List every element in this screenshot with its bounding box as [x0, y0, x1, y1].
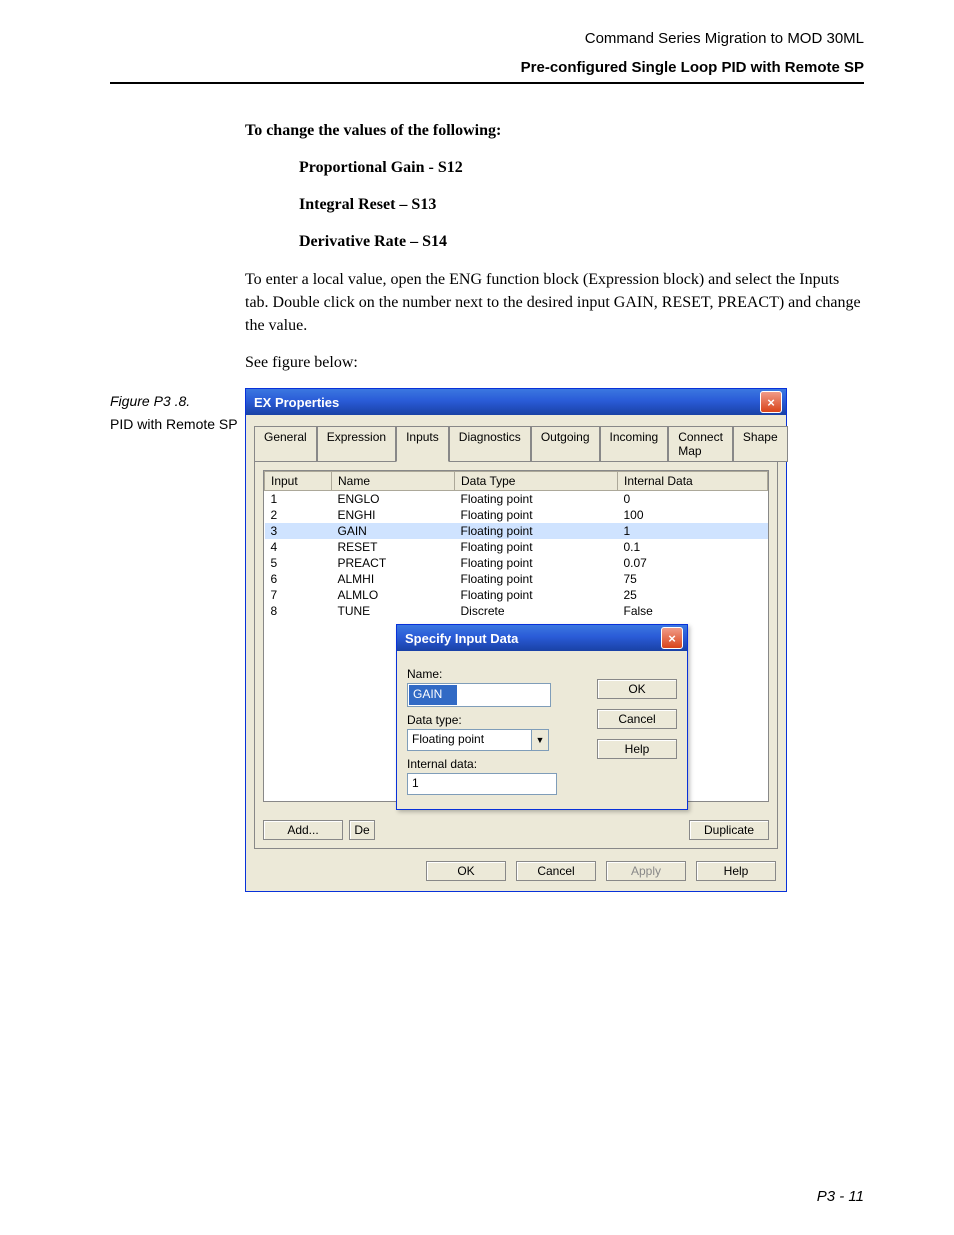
cell-name: TUNE — [332, 603, 455, 619]
data-type-value: Floating point — [408, 730, 531, 750]
add-button[interactable]: Add... — [263, 820, 343, 840]
label-data-type: Data type: — [407, 713, 587, 727]
table-row[interactable]: 7ALMLOFloating point25 — [265, 587, 768, 603]
modal-help-button[interactable]: Help — [597, 739, 677, 759]
modal-ok-button[interactable]: OK — [597, 679, 677, 699]
label-internal-data: Internal data: — [407, 757, 587, 771]
apply-button[interactable]: Apply — [606, 861, 686, 881]
close-icon[interactable]: × — [661, 627, 683, 649]
chevron-down-icon[interactable]: ▼ — [531, 730, 548, 750]
table-row[interactable]: 6ALMHIFloating point75 — [265, 571, 768, 587]
col-input[interactable]: Input — [265, 472, 332, 491]
col-internal-data[interactable]: Internal Data — [618, 472, 768, 491]
cell-name: ENGHI — [332, 507, 455, 523]
table-row[interactable]: 2ENGHIFloating point100 — [265, 507, 768, 523]
table-row[interactable]: 1ENGLOFloating point0 — [265, 491, 768, 508]
tab-outgoing[interactable]: Outgoing — [531, 426, 600, 462]
tab-incoming[interactable]: Incoming — [600, 426, 669, 462]
ex-properties-window: EX Properties × General Expression Input… — [245, 388, 787, 892]
line-gain: Proportional Gain - S12 — [299, 156, 864, 179]
cancel-button[interactable]: Cancel — [516, 861, 596, 881]
help-button[interactable]: Help — [696, 861, 776, 881]
ex-properties-title: EX Properties — [254, 395, 339, 410]
specify-input-titlebar[interactable]: Specify Input Data × — [397, 625, 687, 651]
tab-diagnostics[interactable]: Diagnostics — [449, 426, 531, 462]
table-row[interactable]: 3GAINFloating point1 — [265, 523, 768, 539]
modal-cancel-button[interactable]: Cancel — [597, 709, 677, 729]
cell-name: PREACT — [332, 555, 455, 571]
cell-dtype: Floating point — [455, 523, 618, 539]
cell-input: 8 — [265, 603, 332, 619]
cell-input: 6 — [265, 571, 332, 587]
internal-data-field[interactable]: 1 — [407, 773, 557, 795]
paragraph-see-figure: See figure below: — [245, 351, 864, 374]
name-field[interactable]: GAIN — [409, 685, 457, 705]
table-row[interactable]: 8TUNEDiscreteFalse — [265, 603, 768, 619]
doc-header-top: Command Series Migration to MOD 30ML — [110, 30, 864, 47]
cell-dtype: Discrete — [455, 603, 618, 619]
cell-data: 75 — [618, 571, 768, 587]
tab-strip: General Expression Inputs Diagnostics Ou… — [246, 415, 786, 461]
close-icon[interactable]: × — [760, 391, 782, 413]
tab-connect-map[interactable]: Connect Map — [668, 426, 733, 462]
cell-dtype: Floating point — [455, 555, 618, 571]
specify-input-data-dialog: Specify Input Data × Name: GAIN Data typ… — [396, 624, 688, 810]
table-row[interactable]: 4RESETFloating point0.1 — [265, 539, 768, 555]
figure-number: Figure P3 .8. — [110, 392, 245, 411]
cell-dtype: Floating point — [455, 587, 618, 603]
cell-input: 1 — [265, 491, 332, 508]
cell-input: 4 — [265, 539, 332, 555]
ok-button[interactable]: OK — [426, 861, 506, 881]
cell-dtype: Floating point — [455, 491, 618, 508]
cell-dtype: Floating point — [455, 507, 618, 523]
line-rate: Derivative Rate – S14 — [299, 230, 864, 253]
duplicate-button[interactable]: Duplicate — [689, 820, 769, 840]
col-data-type[interactable]: Data Type — [455, 472, 618, 491]
doc-header-sub: Pre-configured Single Loop PID with Remo… — [110, 59, 864, 84]
tab-expression[interactable]: Expression — [317, 426, 396, 462]
paragraph-instructions: To enter a local value, open the ENG fun… — [245, 268, 864, 338]
cell-dtype: Floating point — [455, 571, 618, 587]
cell-data: 1 — [618, 523, 768, 539]
line-reset: Integral Reset – S13 — [299, 193, 864, 216]
cell-input: 5 — [265, 555, 332, 571]
cell-dtype: Floating point — [455, 539, 618, 555]
tab-inputs[interactable]: Inputs — [396, 426, 449, 462]
cell-data: 100 — [618, 507, 768, 523]
ex-properties-titlebar[interactable]: EX Properties × — [246, 389, 786, 415]
cell-input: 2 — [265, 507, 332, 523]
cell-input: 7 — [265, 587, 332, 603]
cell-data: 25 — [618, 587, 768, 603]
tab-shape[interactable]: Shape — [733, 426, 788, 462]
col-name[interactable]: Name — [332, 472, 455, 491]
specify-input-title: Specify Input Data — [405, 631, 518, 646]
cell-data: 0.07 — [618, 555, 768, 571]
table-row[interactable]: 5PREACTFloating point0.07 — [265, 555, 768, 571]
cell-name: ENGLO — [332, 491, 455, 508]
section-heading: To change the values of the following: — [245, 122, 864, 140]
cell-input: 3 — [265, 523, 332, 539]
label-name: Name: — [407, 667, 587, 681]
figure-caption: PID with Remote SP — [110, 415, 245, 434]
delete-button[interactable]: De — [349, 820, 375, 840]
tab-general[interactable]: General — [254, 426, 317, 462]
page-number: P3 - 11 — [817, 1188, 864, 1205]
cell-data: 0 — [618, 491, 768, 508]
data-type-combo[interactable]: Floating point ▼ — [407, 729, 549, 751]
cell-data: 0.1 — [618, 539, 768, 555]
cell-name: GAIN — [332, 523, 455, 539]
cell-name: ALMLO — [332, 587, 455, 603]
cell-name: RESET — [332, 539, 455, 555]
cell-data: False — [618, 603, 768, 619]
cell-name: ALMHI — [332, 571, 455, 587]
